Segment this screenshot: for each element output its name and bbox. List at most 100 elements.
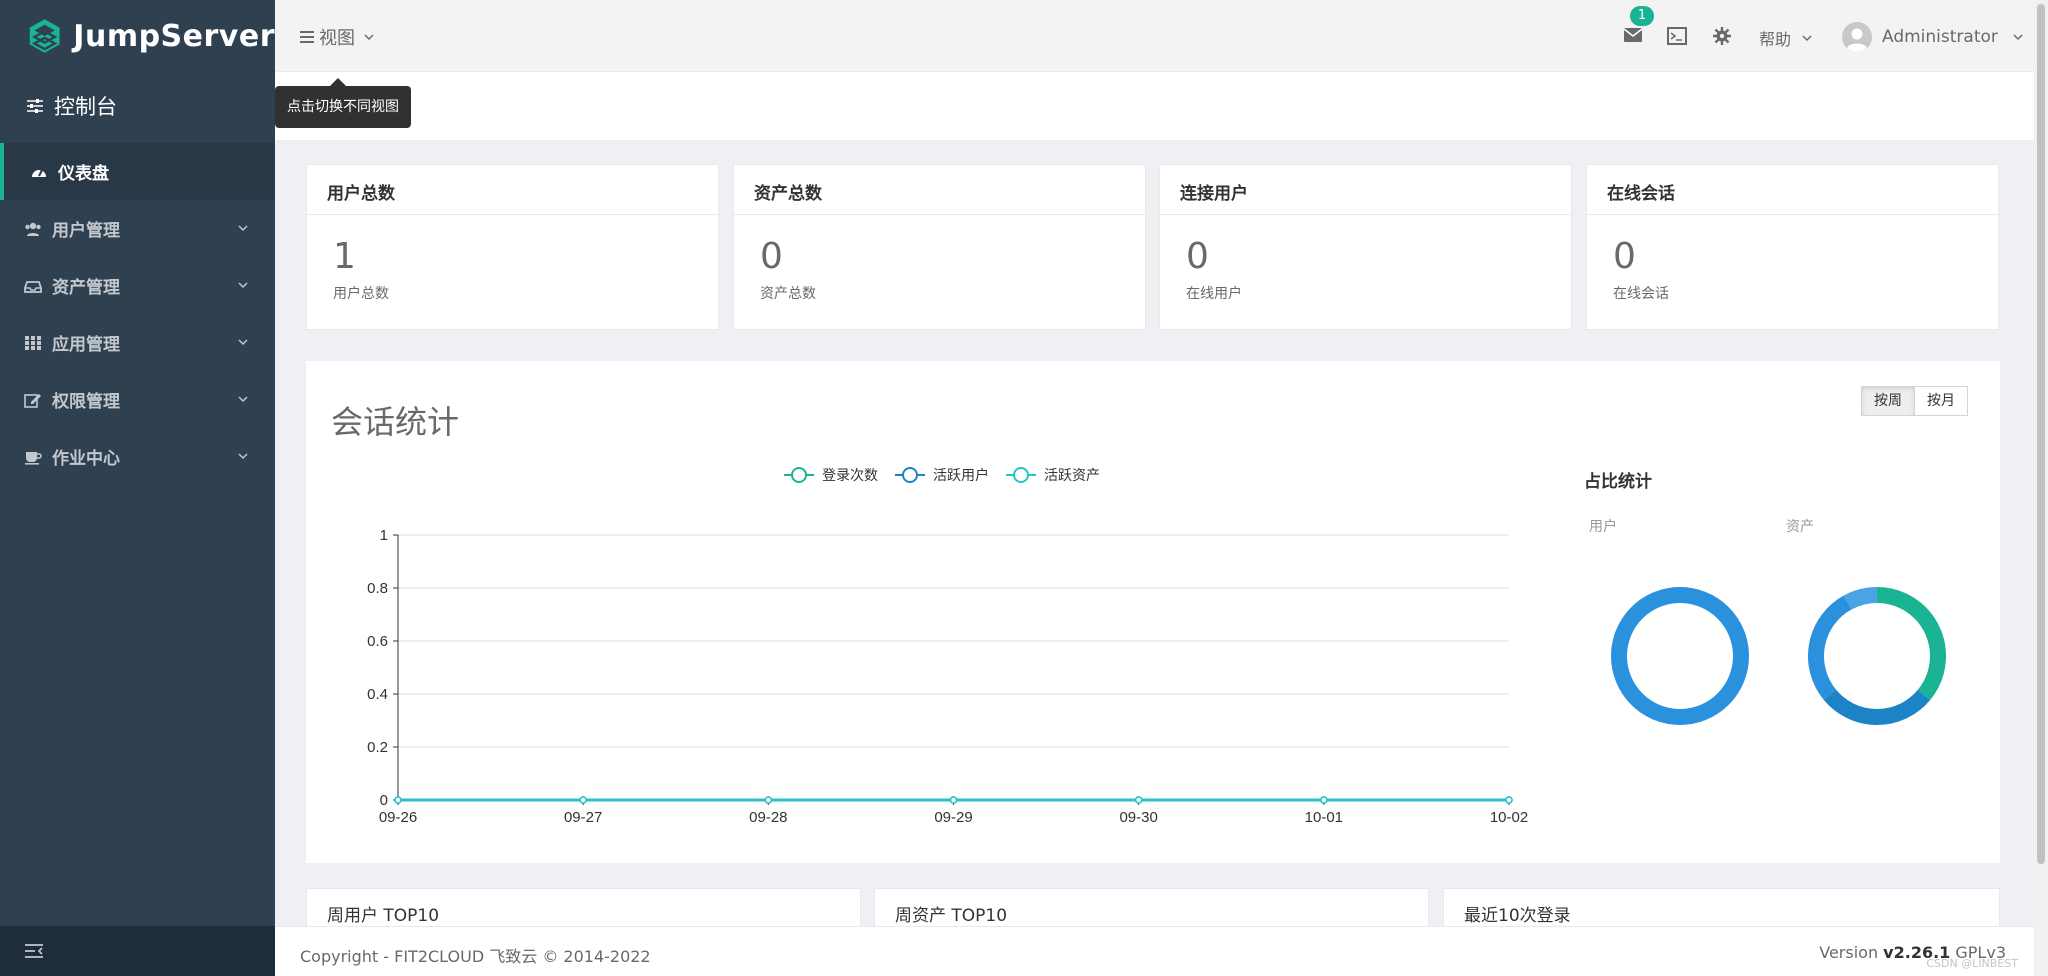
grid-icon	[25, 335, 41, 350]
mail-icon[interactable]	[1623, 27, 1643, 43]
sidebar-item-label: 作业中心	[52, 449, 120, 469]
stat-card-assets: 资产总数 0 资产总数	[733, 164, 1146, 330]
assets-donut-slice	[1876, 587, 1946, 700]
legend-label: 登录次数	[822, 468, 878, 484]
sidebar-item-label: 用户管理	[52, 221, 120, 241]
sidebar-nav: 仪表盘 用户管理 资产管理 应用管理 权限管理 作业中心	[0, 143, 275, 485]
scrollbar-thumb[interactable]	[2037, 4, 2045, 864]
stat-card-online-sessions: 在线会话 0 在线会话	[1586, 164, 1999, 330]
series-point	[949, 796, 958, 804]
chevron-down-icon	[364, 34, 374, 41]
footer: Copyright - FIT2CLOUD 飞致云 © 2014-2022 Ve…	[275, 926, 2034, 976]
card-title: 周资产 TOP10	[895, 906, 1008, 926]
sidebar: JumpServer 控制台 仪表盘 用户管理 资产管理 应用管理 权限管理 作…	[0, 0, 275, 976]
legend-swatch-marker	[902, 467, 918, 483]
x-tick-label: 09-26	[379, 809, 417, 826]
legend-swatch-marker	[1013, 467, 1029, 483]
x-tick-label: 09-27	[564, 809, 602, 826]
view-label: 视图	[319, 28, 355, 49]
jumpserver-logo-icon	[29, 19, 60, 53]
card-value: 0	[760, 236, 783, 277]
x-tick-label: 09-28	[749, 809, 787, 826]
series-point	[1320, 796, 1328, 804]
stat-card-users: 用户总数 1 用户总数	[306, 164, 719, 330]
sidebar-item-jobs[interactable]: 作业中心	[0, 428, 275, 485]
user-menu[interactable]: Administrator	[1842, 22, 2024, 52]
y-tick-label: 0.2	[367, 739, 388, 756]
session-stats-panel: 会话统计 按周 按月 占比统计 用户 资产 0 0.2 0.4 0.6 0.8 1 09-2…	[306, 361, 2000, 863]
legend-label: 活跃资产	[1044, 468, 1100, 484]
terminal-icon[interactable]	[1667, 27, 1687, 45]
chevron-down-icon	[1802, 35, 1812, 42]
card-title: 周用户 TOP10	[327, 906, 440, 926]
page-heading-area	[275, 72, 2034, 140]
chevron-down-icon	[238, 225, 248, 232]
inbox-icon	[24, 280, 42, 293]
sidebar-item-dashboard[interactable]: 仪表盘	[0, 143, 275, 200]
y-tick-label: 0.6	[367, 633, 388, 650]
help-label: 帮助	[1759, 30, 1792, 49]
y-tick-label: 1	[380, 527, 388, 544]
card-title: 用户总数	[307, 165, 718, 215]
sidebar-item-assets[interactable]: 资产管理	[0, 257, 275, 314]
x-tick-label: 10-01	[1305, 809, 1343, 826]
session-line-chart: 0 0.2 0.4 0.6 0.8 1 09-26 09-27 09-28 09-29 09-30 1…	[367, 467, 1946, 826]
gear-icon[interactable]	[1713, 27, 1731, 45]
brand[interactable]: JumpServer	[0, 0, 275, 72]
assets-donut-slice	[1823, 689, 1931, 725]
legend-swatch-marker	[791, 467, 807, 483]
sidebar-item-label: 资产管理	[52, 278, 120, 298]
brand-name: JumpServer	[73, 18, 275, 54]
card-value: 0	[1186, 236, 1209, 277]
sidebar-item-permissions[interactable]: 权限管理	[0, 371, 275, 428]
series-point	[764, 796, 773, 804]
help-menu[interactable]: 帮助	[1759, 26, 1813, 50]
sidebar-item-applications[interactable]: 应用管理	[0, 314, 275, 371]
username: Administrator	[1882, 27, 1998, 47]
card-title: 最近10次登录	[1464, 906, 1571, 926]
view-tooltip: 点击切换不同视图	[275, 78, 411, 128]
chevron-down-icon	[238, 396, 248, 403]
sidebar-item-label: 应用管理	[52, 335, 120, 355]
card-title: 连接用户	[1160, 165, 1571, 215]
legend-label: 活跃用户	[933, 467, 989, 484]
dashboard-icon	[32, 169, 46, 177]
card-label: 在线会话	[1613, 286, 1669, 302]
series-point	[579, 796, 587, 804]
chevron-down-icon	[238, 282, 248, 289]
mail-badge: 1	[1630, 6, 1654, 26]
card-value: 1	[333, 236, 356, 277]
card-title: 在线会话	[1587, 165, 1998, 215]
card-label: 资产总数	[760, 286, 816, 302]
view-switch-button[interactable]: 视图	[299, 24, 375, 50]
x-tick-label: 09-30	[1119, 809, 1157, 826]
menu-icon	[300, 31, 314, 43]
card-value: 0	[1613, 236, 1636, 277]
y-tick-label: 0	[380, 792, 388, 809]
y-tick-label: 0.4	[367, 686, 388, 703]
sidebar-item-label: 权限管理	[52, 392, 120, 412]
series-point	[394, 796, 402, 804]
copyright: Copyright - FIT2CLOUD 飞致云 © 2014-2022	[300, 947, 651, 966]
sidebar-item-users[interactable]: 用户管理	[0, 200, 275, 257]
y-tick-label: 0.8	[367, 580, 388, 597]
recent-logins-card: 最近10次登录	[1443, 888, 2000, 928]
card-label: 用户总数	[333, 286, 389, 302]
assets-donut-slice	[1843, 587, 1878, 610]
weekly-user-top10-card: 周用户 TOP10	[306, 888, 861, 928]
sidebar-collapse-button[interactable]	[0, 926, 275, 976]
series-point	[1505, 796, 1513, 804]
weekly-asset-top10-card: 周资产 TOP10	[874, 888, 1429, 928]
users-donut-slice	[1611, 587, 1749, 725]
assets-donut-slice	[1808, 595, 1852, 700]
page-scrollbar[interactable]	[2034, 0, 2048, 976]
watermark: CSDN @LINBEST	[1926, 957, 2018, 970]
card-label: 在线用户	[1186, 286, 1242, 302]
chevron-down-icon	[2013, 34, 2023, 41]
edit-icon	[24, 393, 41, 408]
console-switch[interactable]: 控制台	[0, 72, 275, 140]
card-title: 资产总数	[734, 165, 1145, 215]
chevron-down-icon	[238, 339, 248, 346]
coffee-icon	[25, 451, 42, 465]
users-icon	[25, 222, 41, 236]
